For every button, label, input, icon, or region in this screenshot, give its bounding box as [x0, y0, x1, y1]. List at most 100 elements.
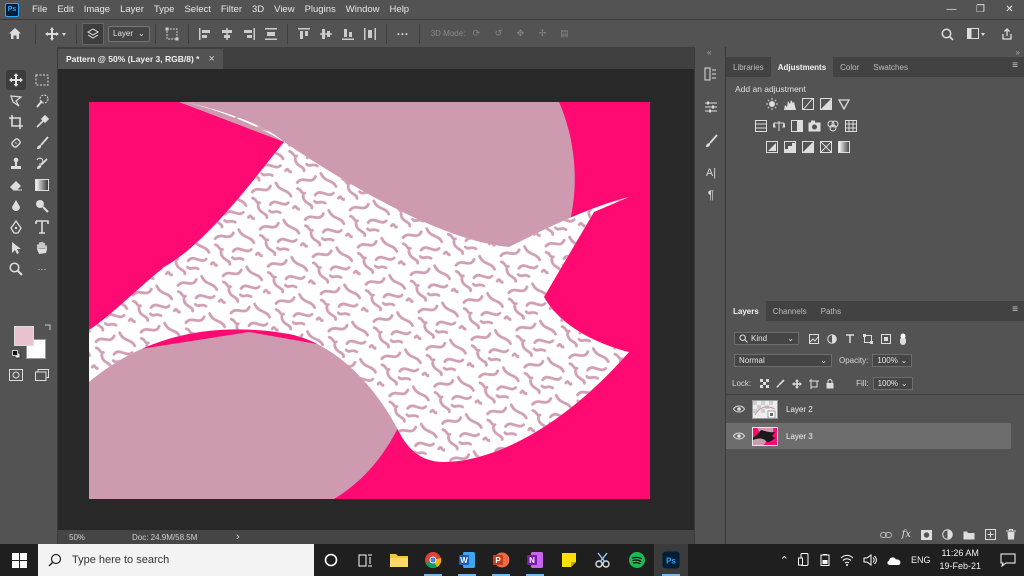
- lock-position-icon[interactable]: [792, 378, 803, 389]
- lock-transparent-icon[interactable]: [760, 379, 770, 388]
- blur-tool-icon[interactable]: [6, 196, 26, 216]
- default-colors-icon[interactable]: [12, 350, 21, 359]
- powerpoint-icon[interactable]: P: [484, 544, 518, 576]
- fill-field[interactable]: 100% ⌄: [872, 377, 913, 390]
- channel-mixer-icon[interactable]: [826, 119, 839, 132]
- snipping-tool-icon[interactable]: [586, 544, 620, 576]
- blend-mode-dropdown[interactable]: Normal ⌄: [734, 354, 832, 367]
- word-icon[interactable]: W: [450, 544, 484, 576]
- new-layer-icon[interactable]: [985, 529, 996, 540]
- distribute-horizontal-icon[interactable]: [359, 23, 381, 45]
- paragraph-panel-icon[interactable]: ¶: [700, 185, 722, 205]
- collapse-panels-icon[interactable]: »: [1016, 48, 1020, 57]
- distribute-icon[interactable]: [260, 23, 282, 45]
- move-tool-preset-icon[interactable]: [41, 23, 71, 45]
- tab-paths[interactable]: Paths: [814, 301, 848, 321]
- onenote-icon[interactable]: N: [518, 544, 552, 576]
- filter-shape-icon[interactable]: [863, 333, 873, 344]
- windows-start-icon[interactable]: [0, 544, 38, 576]
- zoom-tool-icon[interactable]: [6, 259, 26, 279]
- black-white-icon[interactable]: [790, 119, 803, 132]
- invert-icon[interactable]: [765, 140, 778, 153]
- hue-saturation-icon[interactable]: [754, 119, 767, 132]
- brush-settings-panel-icon[interactable]: [700, 131, 722, 151]
- color-lookup-icon[interactable]: [844, 119, 857, 132]
- lasso-tool-icon[interactable]: [6, 91, 26, 111]
- filter-adjustment-icon[interactable]: [827, 333, 837, 344]
- new-adjustment-layer-icon[interactable]: [942, 529, 953, 540]
- gradient-tool-icon[interactable]: [32, 175, 52, 195]
- menu-plugins[interactable]: Plugins: [300, 0, 341, 19]
- exposure-icon[interactable]: [819, 97, 832, 110]
- menu-view[interactable]: View: [269, 0, 299, 19]
- brightness-contrast-icon[interactable]: [765, 97, 778, 110]
- align-left-icon[interactable]: [194, 23, 216, 45]
- workspace-icon[interactable]: [964, 23, 990, 45]
- pen-tool-icon[interactable]: [6, 217, 26, 237]
- file-explorer-icon[interactable]: [382, 544, 416, 576]
- new-group-icon[interactable]: [963, 530, 975, 540]
- gradient-map-icon[interactable]: [837, 140, 850, 153]
- filter-type-icon[interactable]: [845, 333, 855, 344]
- menu-type[interactable]: Type: [149, 0, 180, 19]
- foreground-color-swatch[interactable]: [14, 326, 34, 346]
- layer-row-layer-2[interactable]: Layer 2: [726, 396, 1011, 422]
- close-tab-icon[interactable]: ×: [208, 53, 214, 65]
- battery-icon[interactable]: [819, 554, 831, 566]
- tab-swatches[interactable]: Swatches: [866, 57, 915, 77]
- filter-kind-dropdown[interactable]: Kind ⌄: [734, 332, 799, 345]
- photo-filter-icon[interactable]: [808, 119, 821, 132]
- align-center-icon[interactable]: [216, 23, 238, 45]
- document-tab[interactable]: Pattern @ 50% (Layer 3, RGB/8) * ×: [58, 49, 223, 69]
- clone-stamp-tool-icon[interactable]: [6, 154, 26, 174]
- character-panel-icon[interactable]: A|: [700, 163, 722, 183]
- eye-visibility-icon[interactable]: [726, 405, 752, 413]
- link-layers-icon[interactable]: [879, 531, 892, 539]
- menu-window[interactable]: Window: [341, 0, 385, 19]
- layers-panel-menu-icon[interactable]: ≡: [1012, 305, 1018, 315]
- more-options-icon[interactable]: ···: [392, 23, 414, 45]
- phone-link-icon[interactable]: [797, 553, 810, 567]
- show-hidden-icons-icon[interactable]: ⌃: [780, 554, 789, 567]
- hand-tool-icon[interactable]: [32, 238, 52, 258]
- type-tool-icon[interactable]: [32, 217, 52, 237]
- search-icon[interactable]: [936, 23, 958, 45]
- history-brush-tool-icon[interactable]: [32, 154, 52, 174]
- history-panel-icon[interactable]: [700, 64, 722, 84]
- restore-icon[interactable]: ❐: [966, 0, 995, 19]
- swap-colors-icon[interactable]: [44, 323, 52, 331]
- crop-tool-icon[interactable]: [6, 112, 26, 132]
- eyedropper-tool-icon[interactable]: [32, 112, 52, 132]
- tab-channels[interactable]: Channels: [766, 301, 814, 321]
- quick-mask-icon[interactable]: [6, 365, 26, 385]
- spotify-icon[interactable]: [620, 544, 654, 576]
- align-bottom-icon[interactable]: [337, 23, 359, 45]
- notifications-icon[interactable]: [1000, 553, 1016, 567]
- layer-row-layer-3[interactable]: Layer 3: [726, 423, 1011, 449]
- clock[interactable]: 11:26 AM 19-Feb-21: [939, 547, 981, 573]
- tab-adjustments[interactable]: Adjustments: [770, 57, 834, 77]
- levels-icon[interactable]: [783, 97, 796, 110]
- path-selection-tool-icon[interactable]: [6, 238, 26, 258]
- menu-image[interactable]: Image: [79, 0, 115, 19]
- properties-panel-icon[interactable]: [700, 97, 722, 117]
- onedrive-icon[interactable]: [886, 555, 902, 566]
- marquee-tool-icon[interactable]: [32, 70, 52, 90]
- wifi-icon[interactable]: [840, 554, 854, 566]
- menu-edit[interactable]: Edit: [52, 0, 78, 19]
- curves-icon[interactable]: [801, 97, 814, 110]
- screen-mode-icon[interactable]: [32, 365, 52, 385]
- task-view-icon[interactable]: [348, 544, 382, 576]
- tab-layers[interactable]: Layers: [726, 301, 766, 321]
- align-top-icon[interactable]: [293, 23, 315, 45]
- selective-color-icon[interactable]: [819, 140, 832, 153]
- menu-filter[interactable]: Filter: [216, 0, 247, 19]
- eraser-tool-icon[interactable]: [6, 175, 26, 195]
- close-window-icon[interactable]: ✕: [995, 0, 1024, 19]
- volume-icon[interactable]: [863, 554, 877, 566]
- threshold-icon[interactable]: [801, 140, 814, 153]
- home-icon[interactable]: [0, 23, 30, 45]
- collapse-dock-icon[interactable]: «: [707, 48, 711, 57]
- minimize-icon[interactable]: —: [937, 0, 966, 19]
- sticky-notes-icon[interactable]: [552, 544, 586, 576]
